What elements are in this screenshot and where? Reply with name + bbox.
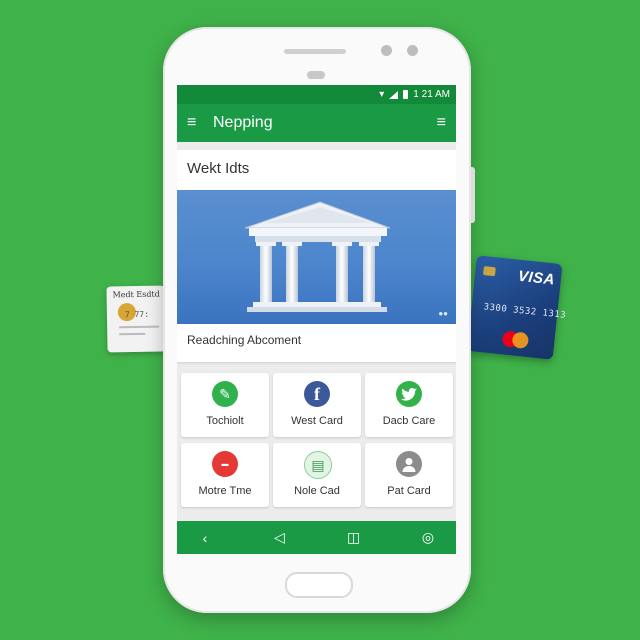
user-avatar-icon bbox=[396, 451, 422, 477]
home-square-icon[interactable]: ◫ bbox=[342, 529, 366, 546]
tile-tochiolt[interactable]: ✎ Tochiolt bbox=[181, 373, 269, 437]
tile-label: Nole Cad bbox=[294, 485, 340, 497]
wifi-icon: ▾ bbox=[379, 89, 385, 100]
phone-device: ▾ 1 21 AM ≡ Nepping ≡ Wekt Idts ●● Readc… bbox=[163, 27, 475, 613]
battery-icon bbox=[403, 90, 409, 99]
front-camera-icon bbox=[381, 45, 392, 56]
mastercard-logo-icon bbox=[511, 331, 530, 350]
card-left-membership: Medt Esdtd 7 77: bbox=[106, 285, 166, 353]
back-chevron-icon[interactable]: ‹ bbox=[193, 530, 217, 546]
home-button[interactable] bbox=[285, 572, 353, 598]
visa-logo: VISA bbox=[517, 267, 556, 289]
tile-west-card[interactable]: f West Card bbox=[273, 373, 361, 437]
hamburger-menu-icon[interactable]: ≡ bbox=[187, 114, 207, 132]
app-title: Nepping bbox=[213, 114, 273, 131]
card-left-number: 7 77: bbox=[124, 309, 150, 320]
tile-label: Dacb Care bbox=[382, 415, 436, 427]
signal-icon bbox=[389, 90, 399, 99]
brand-logo-icon: ▬ bbox=[212, 451, 238, 477]
back-triangle-icon[interactable]: ◁ bbox=[267, 529, 291, 546]
tile-label: Motre Tme bbox=[198, 485, 252, 497]
facebook-icon: f bbox=[304, 381, 330, 407]
phone-screen: ▾ 1 21 AM ≡ Nepping ≡ Wekt Idts ●● Readc… bbox=[177, 85, 456, 554]
speaker-grill bbox=[284, 49, 346, 54]
app-bar: ≡ Nepping ≡ bbox=[177, 104, 456, 142]
tile-motre-tme[interactable]: ▬ Motre Tme bbox=[181, 443, 269, 507]
recent-apps-icon[interactable]: ◎ bbox=[416, 529, 440, 546]
edit-pencil-icon: ✎ bbox=[212, 381, 238, 407]
card-right-number: 3300 3532 1313 bbox=[483, 302, 567, 321]
card-left-title: Medt Esdtd bbox=[112, 289, 160, 300]
shortcut-grid: ✎ Tochiolt f West Card Dacb Care ▬ Motre… bbox=[177, 373, 456, 507]
carousel-dots[interactable]: ●● bbox=[438, 309, 448, 318]
twitter-bird-icon bbox=[396, 381, 422, 407]
banner-image: ●● bbox=[177, 190, 456, 324]
tile-dacb-care[interactable]: Dacb Care bbox=[365, 373, 453, 437]
card-chip-icon bbox=[482, 266, 496, 277]
tile-label: Tochiolt bbox=[206, 415, 244, 427]
front-sensor-icon bbox=[407, 45, 418, 56]
tile-nole-cad[interactable]: ▤ Nole Cad bbox=[273, 443, 361, 507]
document-icon: ▤ bbox=[304, 451, 332, 479]
card-heading: Wekt Idts bbox=[187, 160, 250, 177]
proximity-sensor bbox=[307, 71, 325, 79]
overflow-menu-icon[interactable]: ≡ bbox=[437, 114, 446, 132]
power-button[interactable] bbox=[471, 167, 475, 223]
tile-pat-card[interactable]: Pat Card bbox=[365, 443, 453, 507]
featured-card[interactable]: Wekt Idts ●● Readching Abcoment bbox=[177, 150, 456, 362]
status-bar: ▾ 1 21 AM bbox=[177, 85, 456, 104]
card-right-visa: VISA 3300 3532 1313 bbox=[466, 255, 567, 360]
navigation-bar: ‹ ◁ ◫ ◎ bbox=[177, 521, 456, 554]
tile-label: West Card bbox=[291, 415, 343, 427]
card-caption: Readching Abcoment bbox=[187, 333, 302, 347]
bank-building-icon bbox=[244, 201, 391, 312]
card-line-divider bbox=[119, 325, 160, 329]
card-line-divider bbox=[119, 332, 146, 336]
status-time: 1 21 AM bbox=[413, 89, 450, 100]
tile-label: Pat Card bbox=[387, 485, 431, 497]
